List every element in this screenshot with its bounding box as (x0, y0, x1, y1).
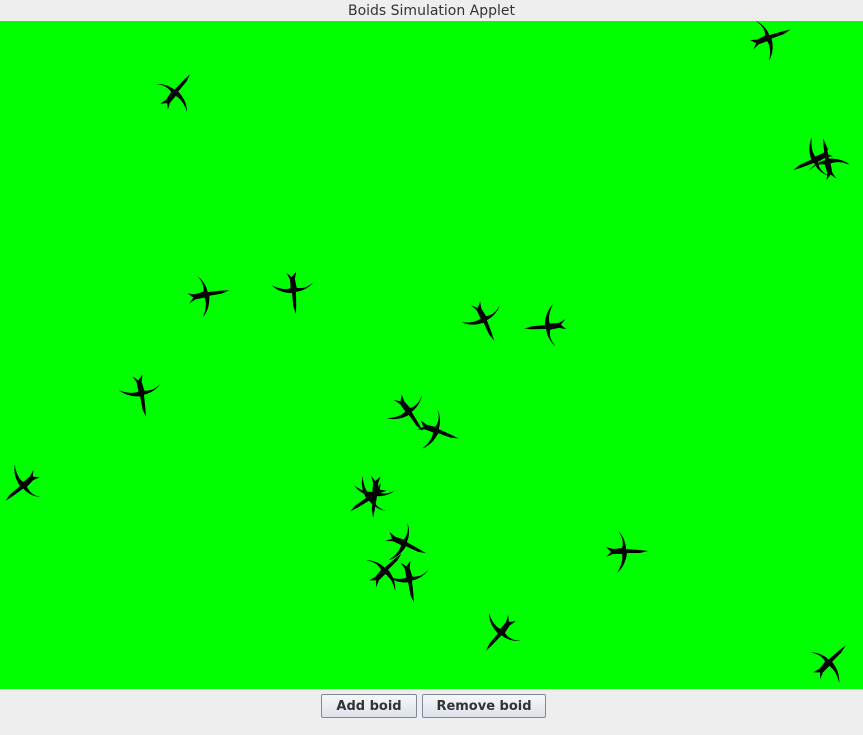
control-bar: Add boid Remove boid (0, 689, 863, 735)
boid (522, 303, 568, 349)
remove-boid-button[interactable]: Remove boid (422, 694, 546, 718)
boid (270, 270, 316, 316)
boids-layer (0, 21, 862, 689)
boid (0, 457, 51, 517)
boid (380, 385, 440, 444)
boid (184, 270, 234, 320)
flock (0, 21, 862, 689)
boid (744, 21, 799, 65)
add-boid-button[interactable]: Add boid (321, 694, 417, 718)
window-title: Boids Simulation Applet (347, 3, 516, 19)
boid (378, 517, 435, 574)
simulation-canvas (0, 21, 863, 689)
boid (606, 531, 648, 573)
boid (337, 469, 396, 529)
boid (469, 604, 529, 664)
boid (147, 61, 207, 121)
boid (456, 294, 513, 351)
boid (351, 474, 397, 520)
boid (801, 631, 862, 689)
boid (411, 405, 466, 460)
boid (116, 371, 166, 421)
window-title-bar: Boids Simulation Applet (0, 0, 863, 21)
